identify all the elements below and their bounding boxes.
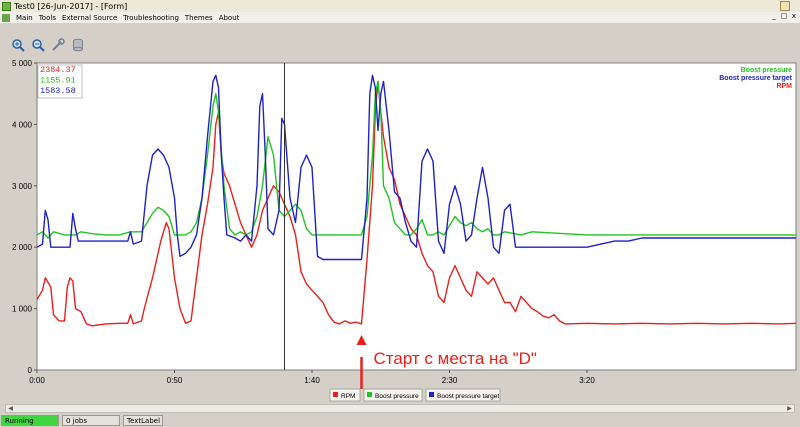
legend-swatch <box>333 392 338 397</box>
legend-swatch <box>429 392 434 397</box>
window-title: Test0 [26-Jun-2017] - [Form] <box>14 1 128 11</box>
chart-panel[interactable]: 0 1 000 2 000 3 000 4 000 5 000 0:00 0:50 1:40 2:… <box>0 57 800 402</box>
legend-bottom-label: Boost pressure <box>375 393 419 400</box>
menu-about[interactable]: About <box>216 14 243 22</box>
legend-bottom-entry: Boost pressure <box>363 388 423 402</box>
x-tick-label: 1:40 <box>304 376 320 385</box>
y-tick-label: 0 <box>28 366 33 375</box>
close-button[interactable]: x <box>790 12 798 20</box>
legend-bottom-entry: Boost pressure target <box>425 388 501 402</box>
legend-swatch <box>367 392 372 397</box>
status-jobs: 0 jobs <box>62 415 120 426</box>
settings-icon <box>52 38 65 51</box>
y-tick-label: 3 000 <box>12 182 33 191</box>
y-tick-label: 5 000 <box>12 59 33 68</box>
zoom-out-icon <box>32 39 45 52</box>
y-tick-label: 4 000 <box>12 120 33 129</box>
x-tick-label: 0:00 <box>29 376 45 385</box>
menu-external-source[interactable]: External Source <box>59 14 120 22</box>
menu-troubleshooting[interactable]: Troubleshooting <box>120 14 182 22</box>
menu-tools[interactable]: Tools <box>36 14 59 22</box>
legend-bottom-label: Boost pressure target <box>437 393 499 400</box>
readout-value: 2384.37 <box>40 65 76 75</box>
title-bar: Test0 [26-Jun-2017] - [Form] <box>0 0 800 12</box>
database-button[interactable] <box>70 37 86 53</box>
app-icon <box>2 1 11 11</box>
horizontal-scrollbar[interactable]: ◀ ▶ <box>5 404 795 413</box>
minimize-button[interactable]: _ <box>770 12 778 20</box>
readout-value: 1583.58 <box>40 86 76 96</box>
legend-top-entry: Boost pressure <box>741 67 792 74</box>
x-tick-label: 3:20 <box>579 376 595 385</box>
menu-main[interactable]: Main <box>13 14 36 22</box>
scroll-right-icon[interactable]: ▶ <box>785 405 794 412</box>
maximize-button[interactable]: □ <box>780 12 788 20</box>
x-tick-label: 2:30 <box>442 376 458 385</box>
form-controls: _ □ x <box>770 12 798 20</box>
line-chart[interactable]: 0 1 000 2 000 3 000 4 000 5 000 0:00 0:50 1:40 2:… <box>0 57 800 402</box>
legend-bottom-label: RPM <box>341 393 355 400</box>
status-running: Running <box>1 415 59 426</box>
restore-app-icon[interactable] <box>780 1 790 11</box>
menu-bar: Main Tools External Source Troubleshooti… <box>0 12 800 23</box>
y-tick-label: 1 000 <box>12 305 33 314</box>
status-bar: Running 0 jobs TextLabel <box>0 415 800 427</box>
x-tick-label: 0:50 <box>167 376 183 385</box>
database-icon <box>73 38 83 52</box>
app-window: Test0 [26-Jun-2017] - [Form] Main Tools … <box>0 0 800 427</box>
scroll-left-icon[interactable]: ◀ <box>6 405 15 412</box>
legend-top-entry: RPM <box>776 83 792 90</box>
settings-button[interactable] <box>50 37 66 53</box>
legend-bottom-entry: RPM <box>329 388 361 402</box>
app-menu-icon[interactable] <box>2 13 10 22</box>
legend-top-entry: Boost pressure target <box>719 75 792 82</box>
menu-themes[interactable]: Themes <box>182 14 216 22</box>
zoom-in-icon <box>12 39 25 52</box>
status-text-label: TextLabel <box>123 415 163 426</box>
y-tick-label: 2 000 <box>12 243 33 252</box>
readout-value: 1155.91 <box>40 76 76 86</box>
annotation-text: Старт с места на "D" <box>374 349 537 368</box>
zoom-in-button[interactable] <box>10 37 26 53</box>
toolbar <box>0 33 800 57</box>
zoom-out-button[interactable] <box>30 37 46 53</box>
